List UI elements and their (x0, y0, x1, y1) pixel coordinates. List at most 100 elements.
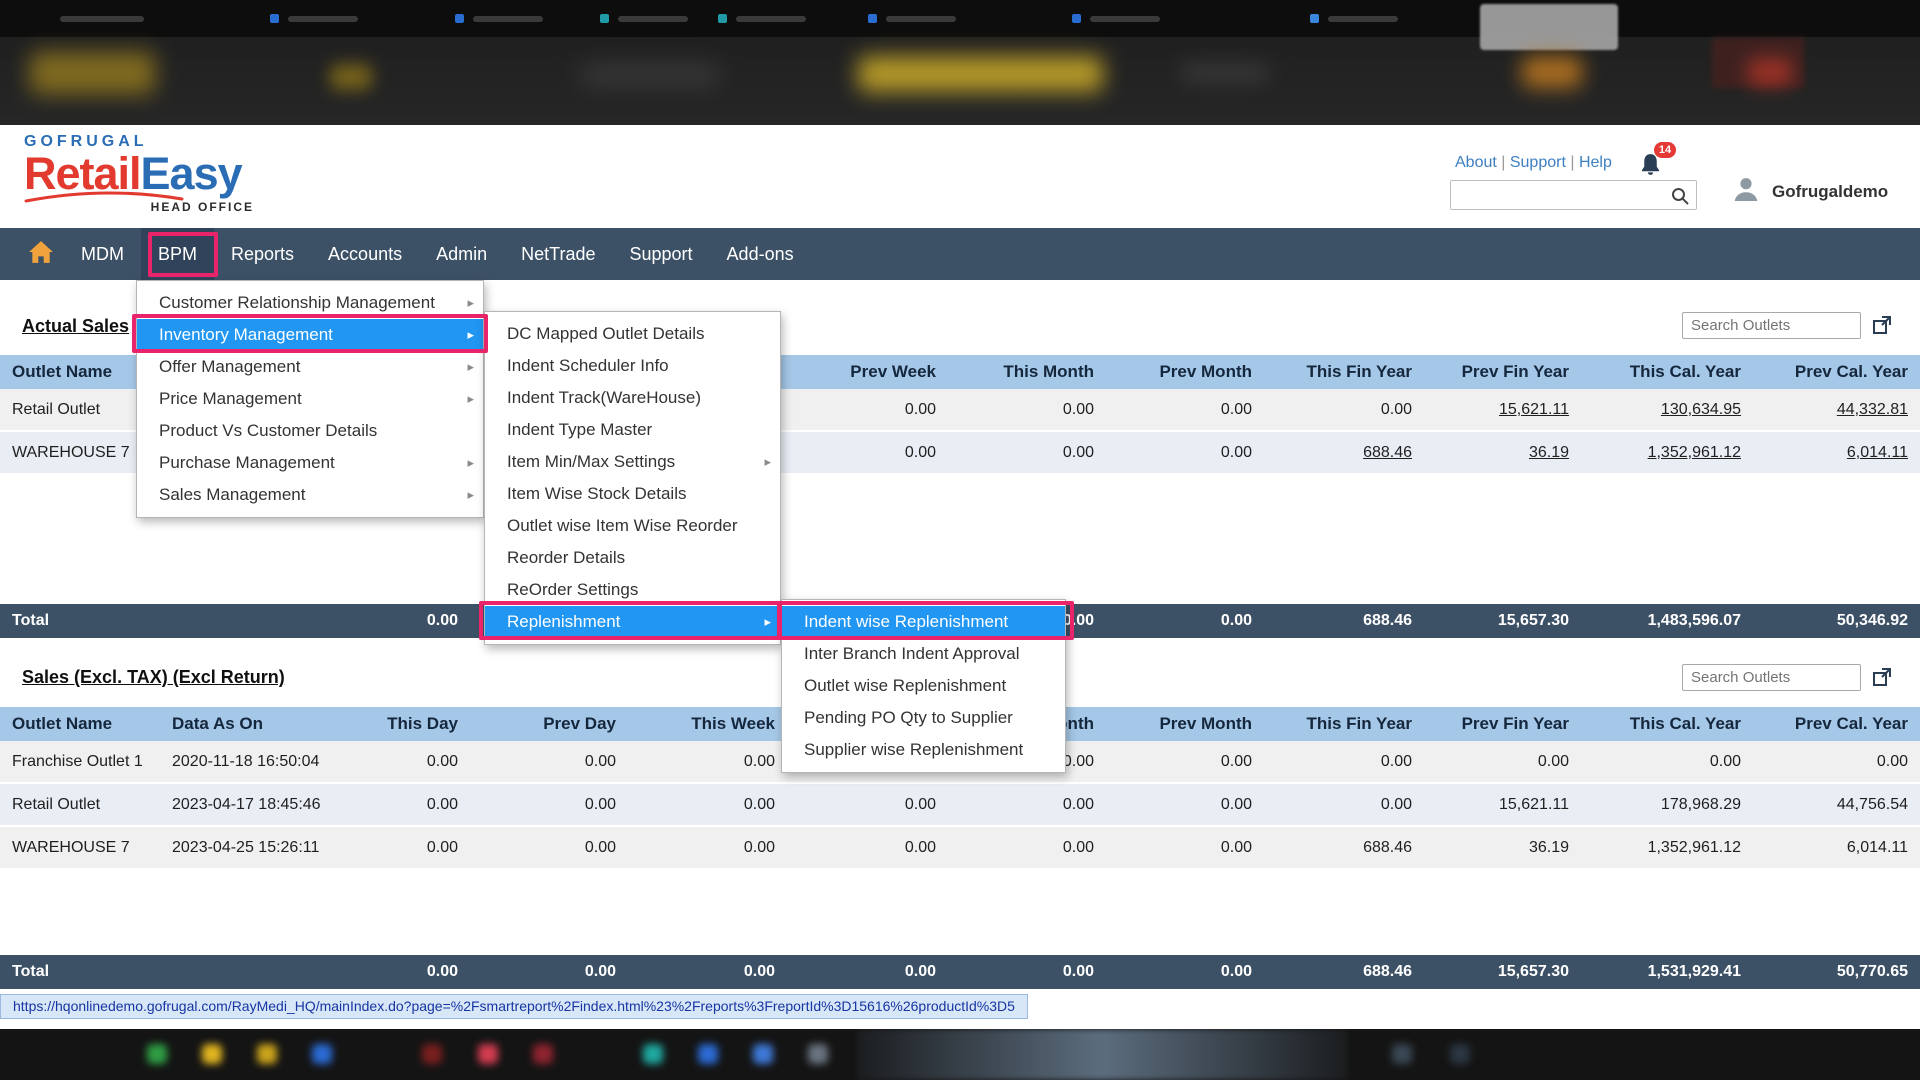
menu-item-reorder-details[interactable]: Reorder Details (485, 542, 780, 574)
column-header-this-cal-year[interactable]: This Cal. Year (1581, 355, 1753, 389)
value-cell: 36.19 (1424, 827, 1581, 868)
expand-report-button[interactable] (1871, 666, 1893, 688)
blur-artifact (1748, 58, 1792, 86)
section-title[interactable]: Sales (Excl. TAX) (Excl Return) (22, 667, 285, 688)
column-header-this-week[interactable]: This Week (628, 707, 787, 741)
menu-item-sales-management[interactable]: Sales Management▸ (137, 479, 483, 511)
menu-item-inventory-management[interactable]: Inventory Management▸ (137, 319, 483, 351)
menu-item-outlet-wise-item-wise-reorder[interactable]: Outlet wise Item Wise Reorder (485, 510, 780, 542)
taskbar-icon (533, 1044, 553, 1064)
total-value-cell (160, 955, 340, 989)
nav-item-reports[interactable]: Reports (214, 228, 311, 280)
menu-item-indent-track-warehouse[interactable]: Indent Track(WareHouse) (485, 382, 780, 414)
menu-item-dc-mapped-outlet-details[interactable]: DC Mapped Outlet Details (485, 318, 780, 350)
column-header-prev-week[interactable]: Prev Week (787, 355, 948, 389)
taskbar-icon (698, 1044, 718, 1064)
menu-item-indent-scheduler-info[interactable]: Indent Scheduler Info (485, 350, 780, 382)
menu-item-purchase-management[interactable]: Purchase Management▸ (137, 447, 483, 479)
column-header-this-cal-year[interactable]: This Cal. Year (1581, 707, 1753, 741)
column-header-prev-month[interactable]: Prev Month (1106, 355, 1264, 389)
column-header-this-day[interactable]: This Day (340, 707, 470, 741)
total-value-cell: 688.46 (1264, 955, 1424, 989)
menu-item-pending-po-qty-to-supplier[interactable]: Pending PO Qty to Supplier (782, 702, 1065, 734)
value-cell: 0.00 (1106, 741, 1264, 782)
menu-item-supplier-wise-replenishment[interactable]: Supplier wise Replenishment (782, 734, 1065, 766)
total-value-cell: 688.46 (1264, 604, 1424, 638)
blur-artifact (288, 16, 358, 22)
drilldown-link[interactable]: 44,332.81 (1837, 401, 1908, 418)
user-chip[interactable]: Gofrugaldemo (1730, 173, 1888, 210)
value-cell: 688.46 (1264, 827, 1424, 868)
value-cell: 0.00 (1264, 741, 1424, 782)
column-header-data-as-on[interactable]: Data As On (160, 707, 340, 741)
menu-item-item-min-max-settings[interactable]: Item Min/Max Settings▸ (485, 446, 780, 478)
menu-item-product-vs-customer-details[interactable]: Product Vs Customer Details (137, 415, 483, 447)
expand-report-button[interactable] (1871, 314, 1893, 336)
menu-item-outlet-wise-replenishment[interactable]: Outlet wise Replenishment (782, 670, 1065, 702)
total-value-cell (160, 604, 340, 638)
blur-artifact (618, 16, 688, 22)
column-header-this-fin-year[interactable]: This Fin Year (1264, 707, 1424, 741)
data-as-on-cell: 2020-11-18 16:50:04 (160, 741, 340, 782)
header-search-input[interactable] (1451, 181, 1663, 209)
search-icon[interactable] (1670, 186, 1690, 211)
nav-items: MDMBPMReportsAccountsAdminNetTradeSuppor… (64, 228, 811, 280)
menu-item-label: Product Vs Customer Details (159, 421, 377, 440)
drilldown-link[interactable]: 1,352,961.12 (1648, 444, 1741, 461)
menu-item-indent-type-master[interactable]: Indent Type Master (485, 414, 780, 446)
value-cell: 0.00 (1106, 784, 1264, 825)
menu-item-inter-branch-indent-approval[interactable]: Inter Branch Indent Approval (782, 638, 1065, 670)
column-header-prev-month[interactable]: Prev Month (1106, 707, 1264, 741)
main-navbar: MDMBPMReportsAccountsAdminNetTradeSuppor… (0, 228, 1920, 280)
header-link-about[interactable]: About (1455, 154, 1497, 171)
menu-item-offer-management[interactable]: Offer Management▸ (137, 351, 483, 383)
drilldown-link[interactable]: 15,621.11 (1499, 401, 1569, 418)
header-link-help[interactable]: Help (1579, 154, 1612, 171)
total-value-cell: 0.00 (1106, 604, 1264, 638)
column-header-prev-fin-year[interactable]: Prev Fin Year (1424, 707, 1581, 741)
taskbar-icon (422, 1044, 442, 1064)
nav-item-nettrade[interactable]: NetTrade (504, 228, 612, 280)
nav-item-mdm[interactable]: MDM (64, 228, 141, 280)
column-header-outlet-name[interactable]: Outlet Name (0, 707, 160, 741)
nav-item-support[interactable]: Support (613, 228, 710, 280)
nav-item-bpm[interactable]: BPM (141, 228, 214, 280)
search-outlets-input[interactable] (1682, 312, 1861, 339)
search-outlets-input[interactable] (1682, 664, 1861, 691)
menu-item-label: Indent Type Master (507, 420, 652, 439)
menu-item-item-wise-stock-details[interactable]: Item Wise Stock Details (485, 478, 780, 510)
section-title[interactable]: Actual Sales (22, 316, 129, 337)
submenu-arrow-icon: ▸ (764, 446, 771, 478)
column-header-prev-cal-year[interactable]: Prev Cal. Year (1753, 355, 1920, 389)
value-cell: 0.00 (948, 389, 1106, 430)
value-cell: 0.00 (1264, 389, 1424, 430)
menu-item-price-management[interactable]: Price Management▸ (137, 383, 483, 415)
column-header-prev-day[interactable]: Prev Day (470, 707, 628, 741)
header-search-box (1450, 180, 1697, 210)
column-header-this-fin-year[interactable]: This Fin Year (1264, 355, 1424, 389)
taskbar-icon (312, 1044, 332, 1064)
drilldown-link[interactable]: 130,634.95 (1661, 401, 1741, 418)
column-header-this-month[interactable]: This Month (948, 355, 1106, 389)
menu-item-reorder-settings[interactable]: ReOrder Settings (485, 574, 780, 606)
nav-item-add-ons[interactable]: Add-ons (710, 228, 811, 280)
value-cell: 688.46 (1264, 432, 1424, 473)
column-header-prev-cal-year[interactable]: Prev Cal. Year (1753, 707, 1920, 741)
home-nav-button[interactable] (18, 228, 64, 280)
tab-favicon (455, 14, 464, 23)
header-link-support[interactable]: Support (1510, 154, 1566, 171)
menu-item-label: Reorder Details (507, 548, 625, 567)
menu-item-customer-relationship-management[interactable]: Customer Relationship Management▸ (137, 287, 483, 319)
browser-status-bar: https://hqonlinedemo.gofrugal.com/RayMed… (0, 994, 1920, 1019)
nav-item-admin[interactable]: Admin (419, 228, 504, 280)
menu-item-indent-wise-replenishment[interactable]: Indent wise Replenishment (782, 606, 1065, 638)
nav-item-accounts[interactable]: Accounts (311, 228, 419, 280)
drilldown-link[interactable]: 688.46 (1363, 444, 1412, 461)
menu-item-replenishment[interactable]: Replenishment▸ (485, 606, 780, 638)
drilldown-link[interactable]: 6,014.11 (1847, 444, 1908, 461)
column-header-prev-fin-year[interactable]: Prev Fin Year (1424, 355, 1581, 389)
value-cell: 0.00 (340, 784, 470, 825)
value-cell: 0.00 (948, 784, 1106, 825)
drilldown-link[interactable]: 36.19 (1529, 444, 1569, 461)
blur-artifact (1480, 4, 1618, 50)
